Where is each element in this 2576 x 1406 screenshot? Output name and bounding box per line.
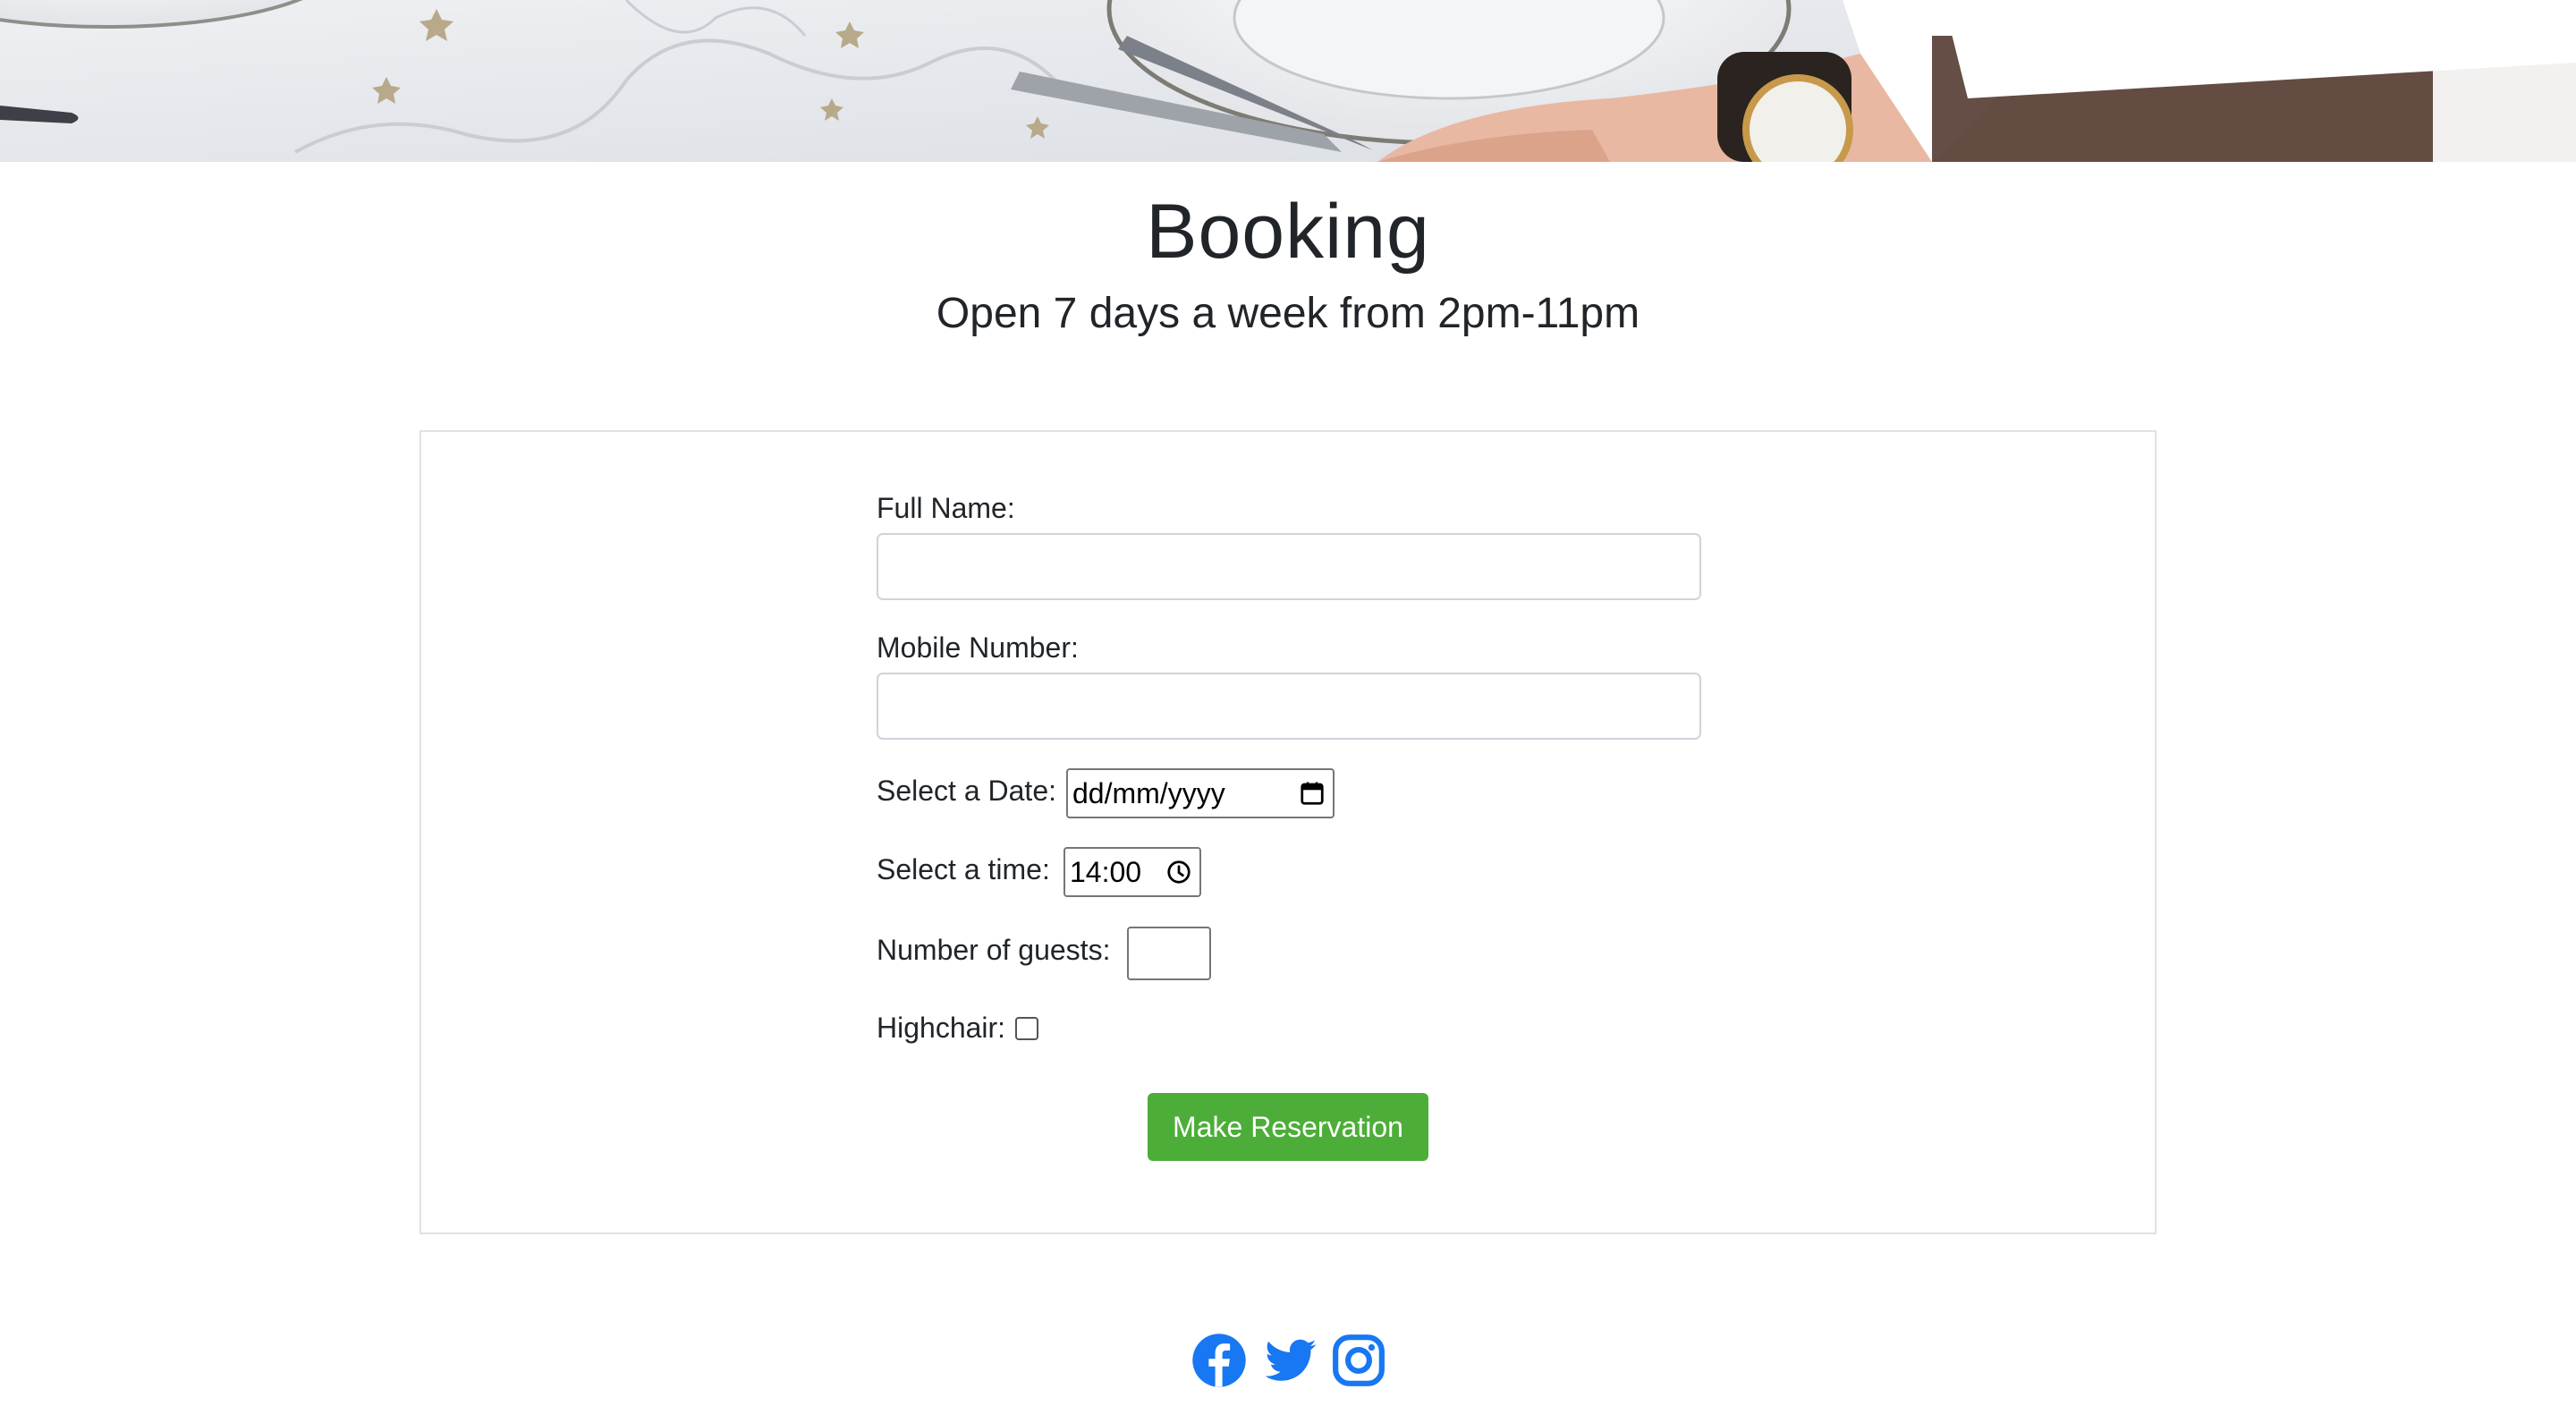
make-reservation-button[interactable]: Make Reservation xyxy=(1148,1093,1428,1161)
highchair-label: Highchair: xyxy=(877,1012,1006,1044)
mobile-number-label: Mobile Number: xyxy=(877,631,1079,664)
guests-input[interactable] xyxy=(1127,927,1211,980)
facebook-icon[interactable] xyxy=(1191,1333,1247,1388)
time-input[interactable]: 14:00 xyxy=(1063,847,1201,897)
calendar-icon[interactable] xyxy=(1299,780,1326,807)
date-label: Select a Date: xyxy=(877,775,1056,807)
clock-icon[interactable] xyxy=(1165,859,1192,885)
date-value: dd/mm/yyyy xyxy=(1072,776,1225,809)
full-name-input[interactable] xyxy=(877,533,1701,600)
date-input[interactable]: dd/mm/yyyy xyxy=(1066,768,1335,818)
guests-label: Number of guests: xyxy=(877,934,1111,966)
mobile-number-input[interactable] xyxy=(877,673,1701,740)
time-value: 14:00 xyxy=(1070,855,1142,888)
time-label: Select a time: xyxy=(877,853,1050,885)
opening-hours-subtitle: Open 7 days a week from 2pm-11pm xyxy=(936,290,1640,337)
highchair-checkbox[interactable] xyxy=(1015,1017,1038,1040)
full-name-label: Full Name: xyxy=(877,492,1015,524)
twitter-icon[interactable] xyxy=(1263,1333,1318,1388)
hero-image xyxy=(0,0,2576,162)
page-title: Booking xyxy=(1146,189,1430,275)
instagram-icon[interactable] xyxy=(1331,1333,1386,1388)
